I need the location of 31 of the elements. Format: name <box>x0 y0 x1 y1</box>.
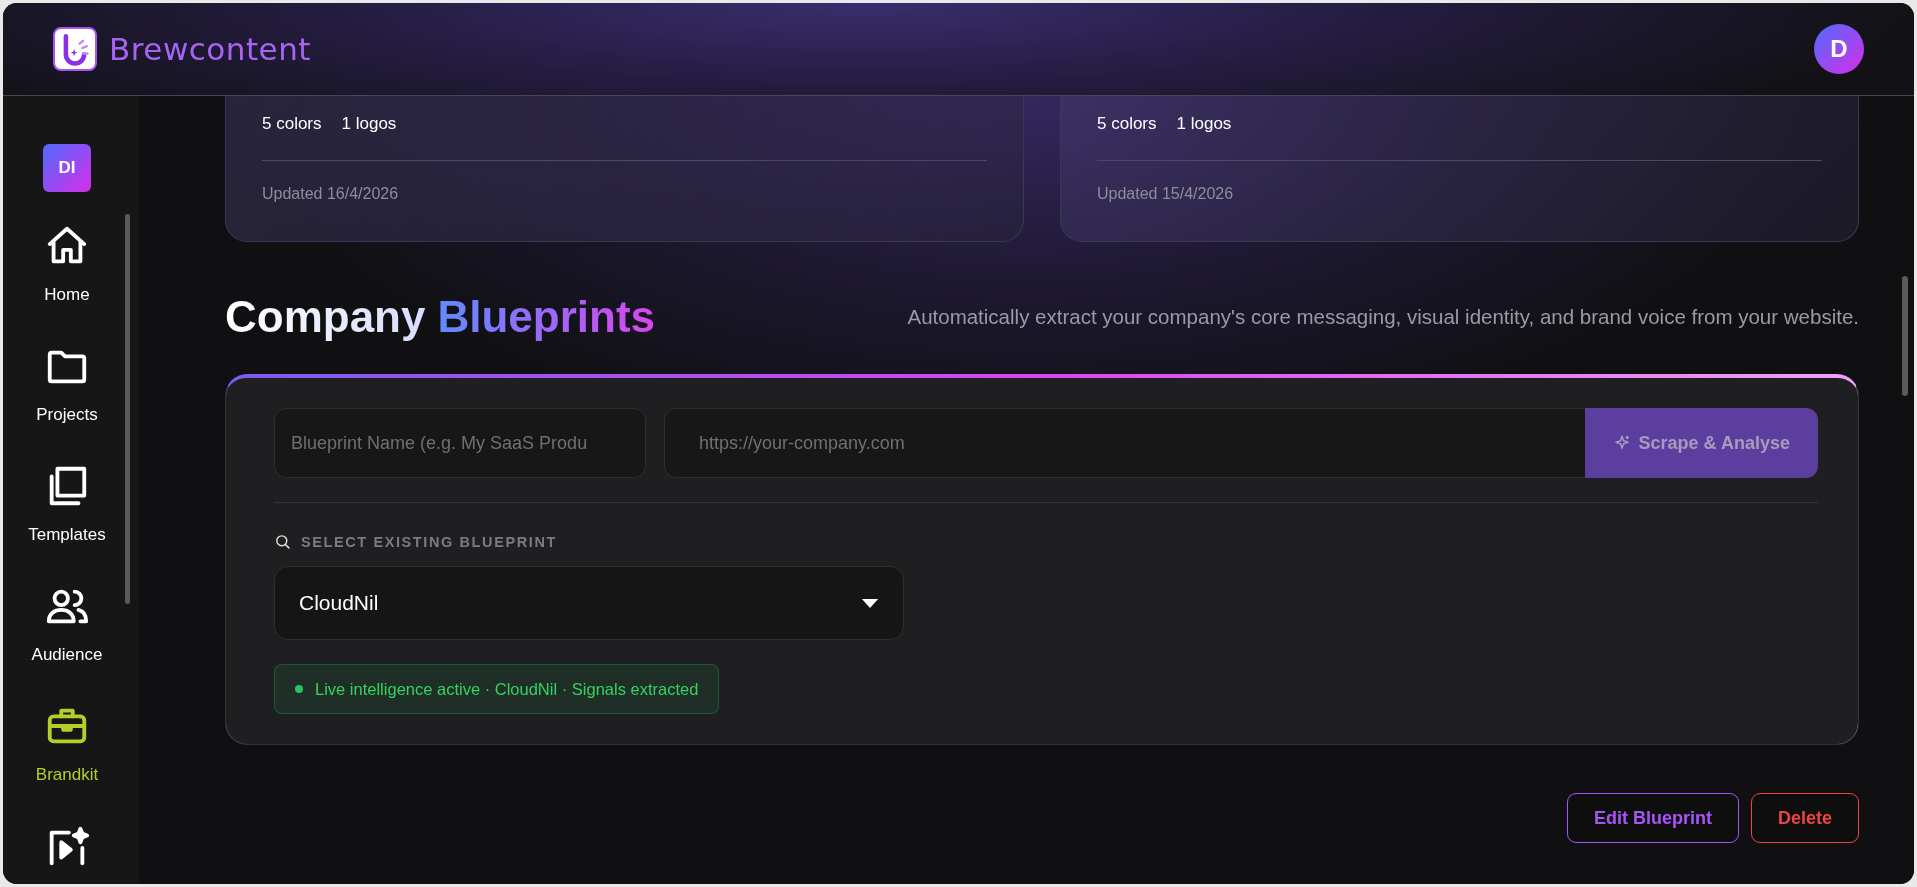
status-pill: Live intelligence active · CloudNil · Signals extracted <box>274 664 720 714</box>
sidebar-item[interactable]: Templates <box>7 458 127 578</box>
stat-text: 1 logos <box>341 114 397 134</box>
sidebar-item[interactable]: Projects <box>7 338 127 458</box>
brand-card[interactable]: 5 colors 1 logos Updated 15/4/2026 <box>1060 96 1859 242</box>
search-icon <box>274 533 291 550</box>
scrollbar[interactable] <box>1902 276 1908 396</box>
section-description: Automatically extract your company's core messaging, visual identity, and brand voice from your website. <box>907 305 1859 329</box>
scrollbar[interactable] <box>125 214 130 604</box>
edit-button[interactable]: Edit Blueprint <box>1566 793 1739 843</box>
sparkle-icon <box>1612 434 1631 452</box>
stat-text: 5 colors <box>1097 114 1157 134</box>
updated-date: Updated 15/4/2026 <box>1097 185 1235 203</box>
sidebar-item[interactable]: Audience <box>7 578 127 698</box>
user-avatar[interactable]: D <box>1814 24 1864 74</box>
select-label: SELECT EXISTING BLUEPRINT <box>301 533 557 550</box>
sidebar-item[interactable]: Brandkit <box>7 698 127 818</box>
status-dot-icon <box>295 685 303 693</box>
brand-card[interactable]: 5 colors 1 logos Updated 16/4/2026 <box>225 96 1024 242</box>
brand-name: Brewcontent <box>109 31 311 67</box>
workspace-badge[interactable]: DI <box>43 144 91 192</box>
stat-text: 1 logos <box>1176 114 1232 134</box>
caret-icon <box>861 597 879 609</box>
blueprint-name-field[interactable]: Blueprint Name (e.g. My SaaS Produ <box>274 408 646 478</box>
sidebar-item[interactable]: Home <box>7 218 127 338</box>
stat-text: 5 colors <box>262 114 322 134</box>
website-url-field[interactable]: https://your-company.com <box>664 408 1585 478</box>
blueprint-select[interactable]: CloudNil <box>274 566 904 640</box>
updated-date: Updated 16/4/2026 <box>262 185 400 203</box>
delete-button[interactable]: Delete <box>1750 793 1859 843</box>
brand-logo <box>53 27 97 71</box>
